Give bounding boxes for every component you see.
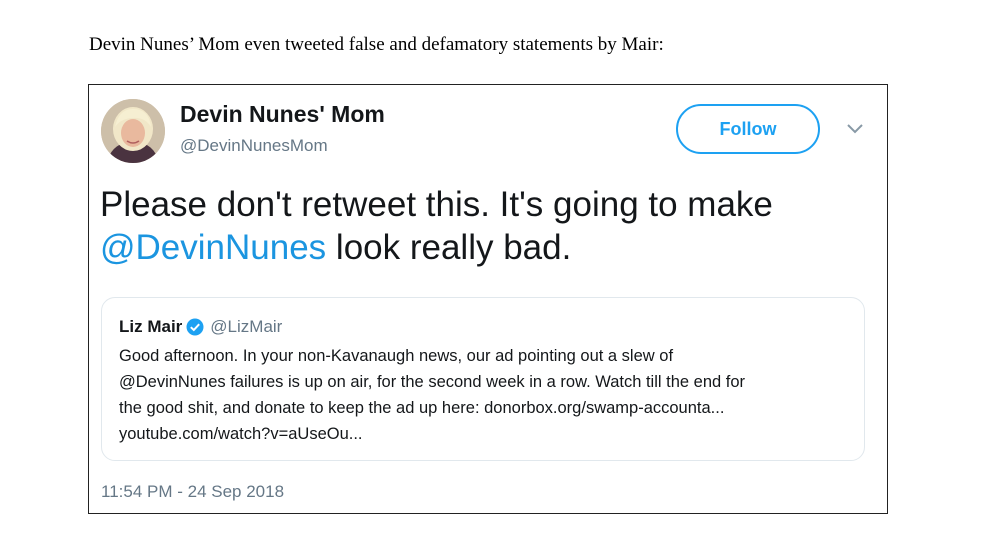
tweet-screenshot: Devin Nunes' Mom @DevinNunesMom Follow P… [88, 84, 888, 514]
quoted-tweet-card[interactable]: Liz Mair @LizMair Good afternoon. In you… [101, 297, 865, 461]
tweet-timestamp[interactable]: 11:54 PM - 24 Sep 2018 [101, 482, 284, 502]
verified-badge-icon [186, 318, 204, 336]
quoted-tweet-line: @DevinNunes failures is up on air, for t… [119, 373, 746, 391]
quoted-tweet-line: the good shit, and donate to keep the ad… [119, 399, 725, 417]
page: Devin Nunes’ Mom even tweeted false and … [0, 0, 996, 534]
avatar[interactable] [101, 99, 165, 163]
follow-button[interactable]: Follow [676, 104, 820, 154]
quoted-author-handle: @LizMair [210, 317, 283, 336]
quoted-tweet-line: Good afternoon. In your non-Kavanaugh ne… [119, 347, 674, 365]
avatar-photo [101, 99, 165, 163]
tweet-text-part1: Please don't retweet this. It's going to… [100, 185, 773, 224]
tweet-text: Please don't retweet this. It's going to… [100, 183, 860, 269]
user-handle[interactable]: @DevinNunesMom [180, 136, 328, 156]
mention-link[interactable]: @DevinNunes [100, 228, 326, 267]
tweet-text-part2: look really bad. [326, 228, 572, 267]
display-name[interactable]: Devin Nunes' Mom [180, 101, 385, 128]
document-caption: Devin Nunes’ Mom even tweeted false and … [89, 34, 664, 55]
chevron-down-icon[interactable] [846, 123, 864, 135]
quoted-tweet-header: Liz Mair @LizMair [119, 317, 282, 337]
quoted-tweet-body: Good afternoon. In your non-Kavanaugh ne… [119, 343, 859, 447]
quoted-author-name: Liz Mair [119, 317, 183, 336]
quoted-tweet-link[interactable]: youtube.com/watch?v=aUseOu... [119, 421, 859, 447]
